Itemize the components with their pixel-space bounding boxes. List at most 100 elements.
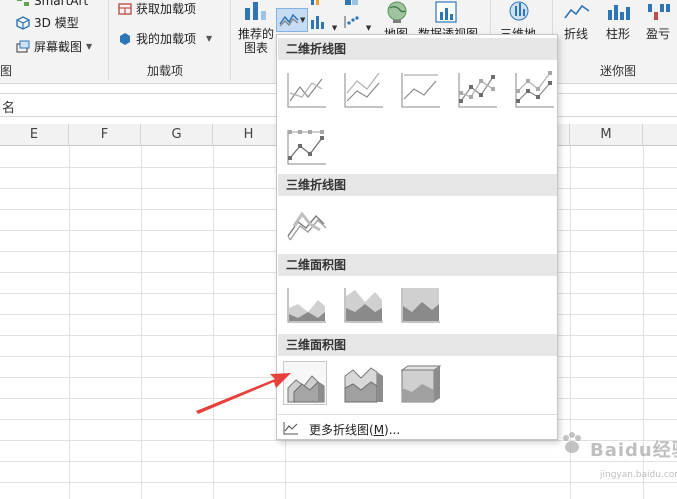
option-3d-line[interactable] [283, 201, 327, 245]
column-header-h[interactable]: H [213, 124, 285, 146]
group-separator [108, 0, 109, 80]
grid-line [213, 146, 214, 499]
sparkline-winloss-label: 盈亏 [646, 27, 671, 41]
line-markers-chart-icon [458, 73, 497, 108]
more-line-charts-label: 更多折线图(M)... [309, 422, 401, 437]
option-100-stacked-area[interactable] [397, 281, 441, 325]
group-separator [230, 0, 231, 80]
recommended-charts-icon [243, 0, 269, 25]
smartart-label: SmartArt [34, 0, 89, 8]
section-header-line-2d: 二维折线图 [278, 38, 557, 60]
3d-line-chart-icon [287, 211, 327, 241]
sparklines-group-label: 迷你图 [600, 64, 637, 78]
sparkline-column-label: 柱形 [606, 27, 631, 41]
stacked-area-chart-icon [344, 288, 383, 323]
section-header-area-2d: 二维面积图 [278, 254, 557, 276]
addins-group-label: 加载项 [147, 64, 184, 78]
option-3d-area[interactable] [283, 361, 327, 405]
column-header-g[interactable]: G [141, 124, 213, 146]
option-line[interactable] [283, 66, 327, 110]
3d-map-icon [506, 0, 532, 27]
column-header-m[interactable]: M [570, 124, 643, 146]
screenshot-label: 屏幕截图 [34, 40, 83, 54]
column-header-n[interactable] [643, 124, 677, 146]
chevron-down-icon: ▼ [331, 24, 338, 32]
pie-chart-button[interactable] [310, 0, 340, 8]
option-100-stacked-line[interactable] [397, 66, 441, 110]
screenshot-icon [16, 40, 30, 54]
scatter-chart-button[interactable]: ▼ [344, 14, 374, 32]
option-3d-100-stacked-area[interactable] [397, 361, 442, 405]
cube-icon [16, 15, 30, 30]
option-line-with-markers[interactable] [454, 66, 498, 110]
chevron-down-icon: ▼ [86, 42, 93, 51]
grid-line [69, 146, 70, 499]
menu-divider [278, 414, 557, 415]
hierarchy-chart-button[interactable] [344, 0, 374, 8]
name-box[interactable]: 名 [2, 97, 15, 116]
stacked-line-chart-icon [344, 72, 383, 108]
line-chart-icon [287, 73, 326, 108]
recommended-charts-button[interactable]: 推荐的 图表 [236, 27, 276, 55]
sparkline-line-label: 折线 [564, 27, 589, 41]
line-chart-small-icon [283, 421, 299, 438]
grid-line [141, 146, 142, 499]
chevron-down-icon: ▼ [300, 16, 306, 24]
get-addins-label: 获取加载项 [136, 2, 197, 16]
3d-percent-stacked-area-chart-icon [400, 365, 442, 403]
illustrations-group-label: 图 [0, 64, 13, 78]
hierarchy-chart-icon [344, 0, 360, 9]
recommended-charts-label-2: 图表 [243, 41, 268, 55]
option-stacked-area[interactable] [340, 281, 384, 325]
stacked-line-markers-chart-icon [515, 71, 554, 108]
percent-stacked-line-markers-chart-icon [287, 130, 326, 165]
percent-stacked-area-chart-icon [401, 288, 440, 323]
scatter-chart-icon [344, 16, 362, 33]
chevron-down-icon: ▼ [206, 34, 213, 43]
line-chart-dropdown-button[interactable]: ▼ [276, 8, 308, 32]
section-header-line-3d: 三维折线图 [278, 174, 557, 196]
globe-icon [384, 0, 410, 27]
my-addins-button[interactable]: 我的加载项 ▼ [118, 30, 212, 47]
more-line-charts-item[interactable]: 更多折线图(M)... [283, 419, 400, 439]
screenshot-button[interactable]: 屏幕截图 ▼ [16, 38, 92, 55]
sparkline-winloss-button[interactable]: 盈亏 [642, 0, 677, 41]
option-area[interactable] [283, 281, 327, 325]
section-header-area-3d: 三维面积图 [278, 334, 557, 356]
model-3d-button[interactable]: 3D 模型 [16, 14, 79, 31]
sparkline-winloss-icon [646, 2, 672, 25]
addins-icon [118, 32, 132, 46]
option-100-stacked-line-with-markers[interactable] [283, 123, 327, 167]
get-addins-button[interactable]: 获取加载项 [118, 0, 196, 17]
smartart-icon [16, 0, 30, 8]
sparkline-line-button[interactable]: 折线 [560, 0, 596, 41]
recommended-charts-icon-area[interactable] [243, 0, 269, 25]
column-header-f[interactable]: F [69, 124, 141, 146]
recommended-charts-label-1: 推荐的 [237, 27, 274, 41]
3d-area-chart-icon [287, 375, 325, 403]
smartart-button[interactable]: SmartArt [16, 0, 88, 8]
watermark-text: Baidu经验 [590, 440, 677, 461]
sparkline-column-button[interactable]: 柱形 [602, 0, 638, 41]
3d-stacked-area-chart-icon [344, 367, 383, 403]
percent-stacked-line-chart-icon [401, 73, 440, 108]
watermark-subtext: jingyan.baidu.com [600, 470, 677, 480]
sparkline-column-icon [606, 2, 632, 25]
store-icon [118, 2, 132, 16]
grid-line [0, 482, 677, 483]
option-stacked-line-with-markers[interactable] [511, 66, 555, 110]
column-chart-icon [310, 16, 328, 33]
my-addins-label: 我的加载项 [136, 32, 197, 46]
area-chart-icon [287, 288, 326, 323]
line-chart-dropdown-menu: 二维折线图 三维折线图 二维面积图 三维面积图 更多折线图(M)... [276, 34, 558, 440]
column-chart-button[interactable]: ▼ [310, 14, 340, 32]
pie-chart-icon [310, 0, 326, 9]
model-3d-label: 3D 模型 [34, 16, 79, 30]
pivot-chart-icon [434, 0, 460, 27]
line-chart-icon [279, 12, 299, 31]
chevron-down-icon: ▼ [365, 24, 372, 32]
option-stacked-line[interactable] [340, 66, 384, 110]
sparkline-line-icon [564, 2, 590, 25]
column-header-e[interactable]: E [0, 124, 69, 146]
option-3d-stacked-area[interactable] [340, 361, 384, 405]
